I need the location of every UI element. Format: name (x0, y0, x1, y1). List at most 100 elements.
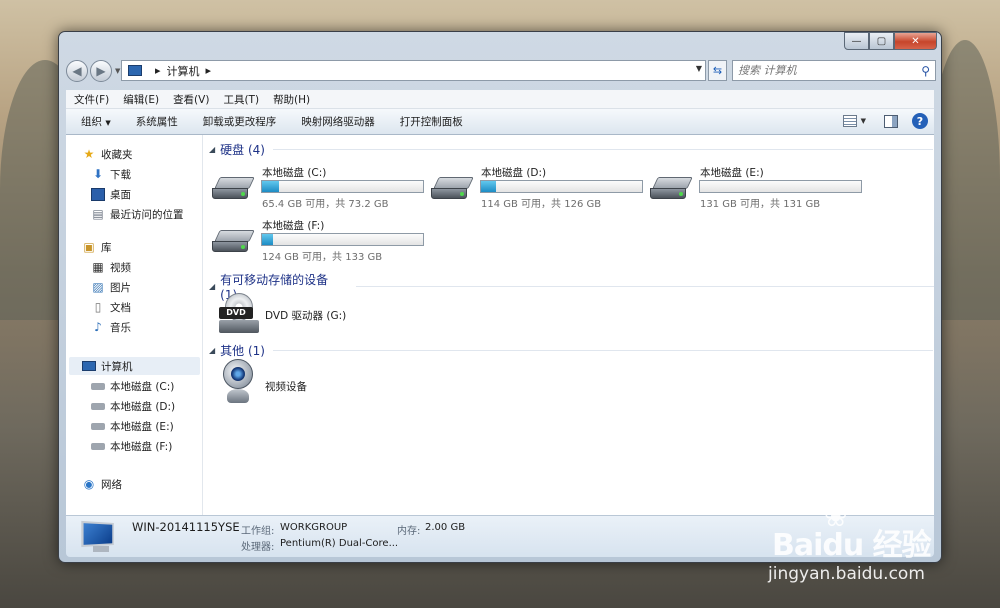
sidebar-item-recent-places[interactable]: ▤ 最近访问的位置 (91, 205, 184, 223)
open-control-panel-button[interactable]: 打开控制面板 (400, 114, 463, 129)
cpu-key: 处理器: (241, 542, 275, 553)
explorer-window: — ▢ ✕ ◀ ▶ ▼ ▸ 计算机 ▸ ▼ ⇆ ⚲ 文件(F) 编辑(E) 查看… (58, 31, 942, 563)
watermark-url: jingyan.baidu.com (768, 564, 925, 584)
drive-usage-fill (481, 181, 497, 192)
search-icon[interactable]: ⚲ (921, 64, 930, 78)
computer-icon (128, 65, 142, 76)
drive-free-space: 65.4 GB 可用，共 73.2 GB (262, 199, 389, 210)
memory-key: 内存: (397, 526, 421, 537)
sidebar-item-drive-f[interactable]: 本地磁盘 (F:) (91, 437, 172, 455)
dvd-drive-icon[interactable]: DVD (219, 293, 259, 335)
sidebar-label: 视频 (110, 261, 131, 274)
sidebar-network[interactable]: ◉ 网络 (82, 475, 122, 493)
map-network-drive-button[interactable]: 映射网络驱动器 (301, 114, 375, 129)
group-header-hdd[interactable]: ◢ 硬盘 (4) (209, 141, 933, 158)
computer-icon (81, 520, 122, 554)
minimize-button[interactable]: — (844, 32, 869, 50)
watermark-brand: Baidu 经验 (772, 528, 932, 563)
document-library-icon: ▯ (94, 299, 102, 314)
back-button[interactable]: ◀ (66, 60, 88, 82)
breadcrumb-arrow-icon[interactable]: ▸ (206, 64, 212, 77)
preview-pane-icon[interactable] (884, 114, 898, 128)
breadcrumb-computer[interactable]: 计算机 (167, 63, 200, 79)
baidu-watermark: ❀ Baidu 经验 jingyan.baidu.com (766, 498, 996, 588)
system-properties-button[interactable]: 系统属性 (136, 114, 178, 129)
drive-usage-bar (699, 180, 862, 193)
webcam-icon[interactable] (221, 359, 255, 405)
drive-usage-bar (261, 233, 424, 246)
dvd-drive-label[interactable]: DVD 驱动器 (G:) (265, 308, 346, 323)
drive-usage-bar (480, 180, 643, 193)
view-options-dropdown-icon[interactable]: ▼ (861, 117, 866, 125)
sidebar-item-drive-c[interactable]: 本地磁盘 (C:) (91, 377, 174, 395)
menu-view[interactable]: 查看(V) (173, 92, 209, 107)
help-icon[interactable]: ? (912, 113, 928, 129)
video-library-icon: ▦ (92, 259, 104, 274)
sidebar-label: 最近访问的位置 (110, 208, 184, 221)
dvd-badge: DVD (219, 307, 253, 319)
menu-help[interactable]: 帮助(H) (273, 92, 310, 107)
sidebar-label: 网络 (101, 478, 122, 491)
maximize-button[interactable]: ▢ (869, 32, 894, 50)
drive-tile-f[interactable]: 本地磁盘 (F:) 124 GB 可用，共 133 GB (212, 218, 430, 263)
sidebar-item-downloads[interactable]: ⬇ 下载 (91, 165, 131, 183)
organize-button[interactable]: 组织 ▼ (81, 114, 111, 129)
group-header-removable[interactable]: ◢ 有可移动存储的设备 (1) (209, 271, 934, 302)
menu-tools[interactable]: 工具(T) (223, 92, 259, 107)
collapse-triangle-icon[interactable]: ◢ (209, 346, 215, 355)
sidebar-item-drive-d[interactable]: 本地磁盘 (D:) (91, 397, 175, 415)
uninstall-program-button[interactable]: 卸载或更改程序 (203, 114, 277, 129)
close-button[interactable]: ✕ (894, 32, 937, 50)
file-view: ◢ 硬盘 (4) 本地磁盘 (C:) 65.4 GB 可用，共 73.2 GB 本… (203, 135, 934, 515)
sidebar-item-videos[interactable]: ▦ 视频 (91, 258, 131, 276)
workgroup-key: 工作组: (241, 526, 275, 537)
hard-drive-icon (431, 177, 474, 201)
collapse-triangle-icon[interactable]: ◢ (209, 145, 215, 154)
organize-label: 组织 (81, 116, 102, 128)
computer-icon (82, 361, 96, 371)
recent-places-icon: ▤ (92, 206, 104, 221)
sidebar-item-desktop[interactable]: 桌面 (91, 185, 131, 203)
group-header-other[interactable]: ◢ 其他 (1) (209, 342, 933, 359)
memory-value: 2.00 GB (425, 522, 466, 533)
address-dropdown-icon[interactable]: ▼ (696, 64, 702, 73)
group-divider (272, 149, 933, 150)
sidebar-label: 计算机 (101, 360, 133, 373)
sidebar-item-pictures[interactable]: ▨ 图片 (91, 278, 131, 296)
drive-name: 本地磁盘 (F:) (262, 220, 325, 232)
picture-library-icon: ▨ (92, 279, 104, 294)
hard-drive-icon (91, 382, 105, 390)
breadcrumb-arrow-icon[interactable]: ▸ (155, 64, 161, 77)
network-icon: ◉ (83, 476, 95, 491)
forward-button[interactable]: ▶ (90, 60, 112, 82)
drive-free-space: 131 GB 可用，共 131 GB (700, 199, 821, 210)
drive-tile-d[interactable]: 本地磁盘 (D:) 114 GB 可用，共 126 GB (431, 165, 649, 210)
sidebar-label: 文档 (110, 301, 131, 314)
sidebar-item-documents[interactable]: ▯ 文档 (91, 298, 131, 316)
drive-name: 本地磁盘 (C:) (262, 167, 327, 179)
sidebar-computer[interactable]: 计算机 (69, 357, 200, 375)
change-view-icon[interactable] (842, 115, 857, 127)
address-bar[interactable]: ▸ 计算机 ▸ ▼ (121, 60, 706, 81)
drive-tile-c[interactable]: 本地磁盘 (C:) 65.4 GB 可用，共 73.2 GB (212, 165, 430, 210)
drive-usage-fill (262, 234, 273, 245)
drive-tile-e[interactable]: 本地磁盘 (E:) 131 GB 可用，共 131 GB (650, 165, 868, 210)
video-device-label[interactable]: 视频设备 (265, 379, 307, 394)
sidebar-favorites[interactable]: ★ 收藏夹 (82, 145, 133, 163)
hard-drive-icon (91, 422, 105, 430)
hard-drive-icon (650, 177, 693, 201)
sidebar-item-drive-e[interactable]: 本地磁盘 (E:) (91, 417, 174, 435)
sidebar-item-music[interactable]: ♪ 音乐 (91, 318, 131, 336)
history-dropdown-icon[interactable]: ▼ (115, 67, 120, 75)
sidebar-label: 收藏夹 (101, 148, 133, 161)
drive-free-space: 124 GB 可用，共 133 GB (262, 252, 383, 263)
refresh-button[interactable]: ⇆ (708, 60, 727, 81)
search-input[interactable] (738, 64, 918, 77)
collapse-triangle-icon[interactable]: ◢ (209, 282, 215, 291)
sidebar-libraries[interactable]: ▣ 库 (82, 238, 111, 256)
downloads-folder-icon: ⬇ (92, 166, 104, 181)
chevron-down-icon: ▼ (105, 119, 111, 127)
drive-usage-fill (262, 181, 280, 192)
menu-file[interactable]: 文件(F) (74, 92, 109, 107)
menu-edit[interactable]: 编辑(E) (123, 92, 159, 107)
